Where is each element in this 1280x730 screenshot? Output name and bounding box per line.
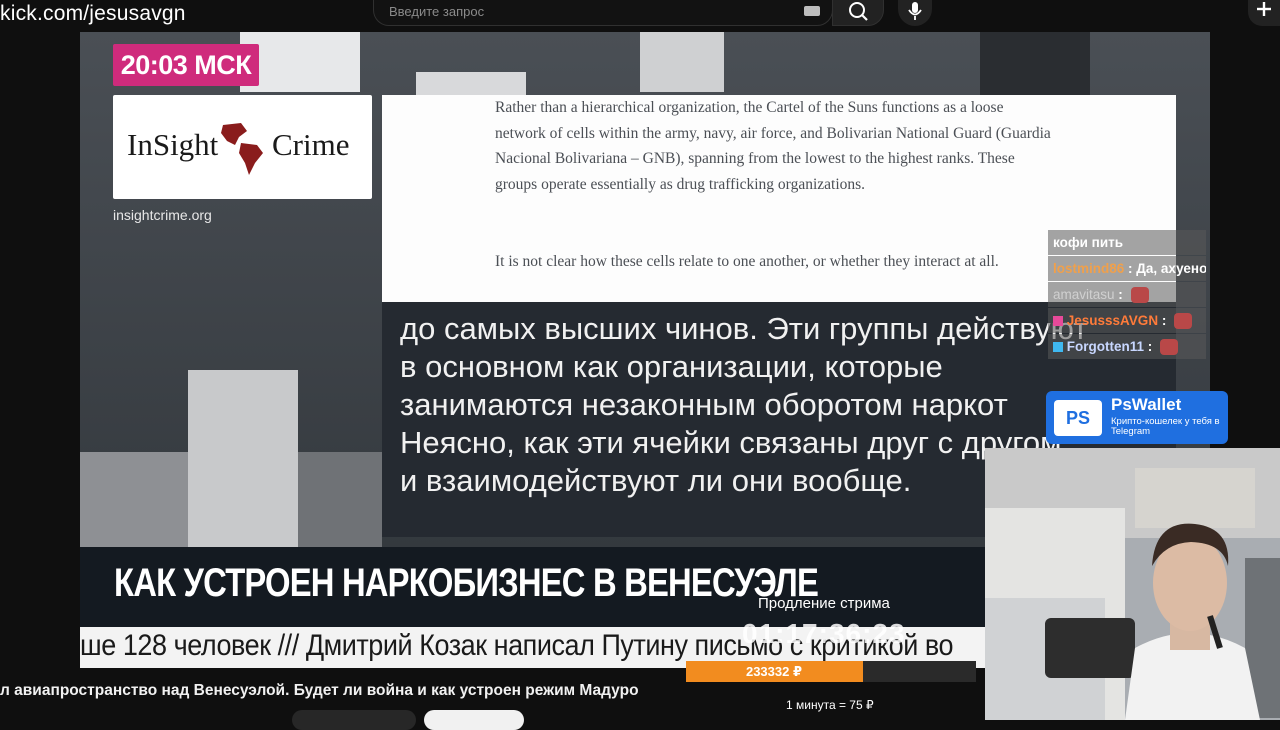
chat-text: кофи пить [1053, 235, 1124, 250]
background-shape [980, 32, 1090, 102]
americas-map-icon [221, 123, 263, 175]
chat-message: JesusssAVGN : [1048, 308, 1206, 333]
chat-text: : [1161, 313, 1167, 328]
chat-message: lostmind86 : Да, ахуено. [1048, 256, 1206, 281]
pswallet-logo-text: PS [1065, 408, 1090, 428]
search-icon [849, 2, 868, 21]
background-shape [640, 32, 724, 92]
webcam-feed [985, 448, 1280, 720]
subathon-label: Продление стрима [758, 595, 890, 612]
chat-text: : Да, ахуено. [1128, 261, 1206, 276]
mic-button[interactable] [898, 0, 932, 26]
pswallet-logo: PS [1054, 400, 1102, 436]
background-shape [298, 452, 382, 550]
search-placeholder: Введите запрос [389, 4, 485, 19]
background-shape [80, 452, 188, 550]
pswallet-ad[interactable]: PS PsWallet Крипто-кошелек у тебя в Tele… [1046, 391, 1228, 444]
action-chip[interactable] [292, 710, 416, 730]
chat-message: Forgotten11 : [1048, 334, 1206, 359]
logo-text-right: Crime [272, 127, 350, 162]
channel-url[interactable]: kick.com/jesusavgn [0, 2, 186, 26]
video-title[interactable]: л авиапространство над Венесуэлой. Будет… [0, 682, 639, 700]
microphone-icon [908, 2, 922, 20]
badge-icon [1053, 316, 1063, 327]
badge-icon [1053, 342, 1063, 353]
emote-icon [1130, 287, 1149, 304]
emote-icon [1174, 313, 1193, 330]
top-bar: kick.com/jesusavgn Введите запрос [0, 0, 1280, 32]
create-button[interactable] [1248, 0, 1280, 26]
chat-message: кофи пить [1048, 230, 1206, 255]
chat-text: : [1118, 287, 1123, 302]
subathon-rate: 1 минута = 75 ₽ [786, 698, 874, 712]
subathon-progress: 233332 ₽ [686, 661, 976, 682]
source-url: insightcrime.org [113, 207, 212, 223]
clock-badge: 20:03 МСК [113, 44, 259, 86]
logo-text-left: InSight [127, 127, 219, 162]
plus-icon [1257, 2, 1271, 16]
emote-icon [1160, 339, 1179, 356]
action-chip[interactable] [424, 710, 524, 730]
pswallet-subtitle: Крипто-кошелек у тебя в Telegram [1111, 416, 1220, 437]
chat-username: lostmind86 [1053, 261, 1125, 276]
chat-message: amavitasu : [1048, 282, 1206, 307]
chat-overlay: кофи пить lostmind86 : Да, ахуено. amavi… [1048, 230, 1206, 360]
chat-username: Forgotten11 [1066, 339, 1145, 354]
headline: КАК УСТРОЕН НАРКОБИЗНЕС В ВЕНЕСУЭЛЕ [114, 561, 819, 605]
search-button[interactable] [832, 0, 884, 26]
pswallet-title: PsWallet [1111, 395, 1182, 414]
article-paragraph: It is not clear how these cells relate t… [495, 253, 999, 270]
chat-text: : [1147, 339, 1153, 354]
streamer-webcam [985, 448, 1280, 720]
subathon-timer: 01:17:36:23 [742, 618, 906, 649]
keyboard-icon[interactable] [804, 6, 820, 16]
search-input[interactable]: Введите запрос [373, 0, 833, 26]
background-shape [188, 370, 298, 550]
article-paragraph: Rather than a hierarchical organization,… [495, 99, 1051, 193]
chat-username: amavitasu [1053, 287, 1115, 302]
subathon-amount: 233332 ₽ [745, 664, 803, 679]
insight-crime-logo: InSight Crime [113, 95, 372, 199]
chat-username: JesusssAVGN [1066, 313, 1159, 328]
